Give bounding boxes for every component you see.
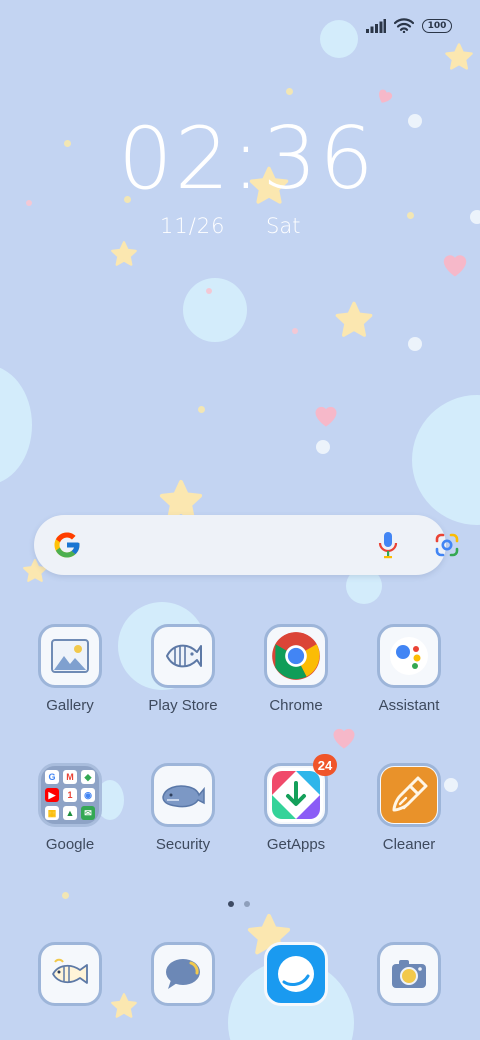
camera-tile xyxy=(377,942,441,1006)
notification-badge: 24 xyxy=(313,754,337,776)
app-gallery[interactable]: Gallery xyxy=(15,624,125,714)
one-mini-icon: 1 xyxy=(63,788,77,802)
wallpaper-bubble xyxy=(412,395,480,525)
fish-phone-icon xyxy=(52,958,88,984)
page-dot xyxy=(244,901,250,907)
wallpaper-bubble xyxy=(183,278,247,342)
browser-icon xyxy=(278,956,314,992)
dock-messaging[interactable] xyxy=(128,942,238,1006)
chrome-icon xyxy=(272,632,320,680)
app-security[interactable]: Security xyxy=(128,763,238,853)
app-label: GetApps xyxy=(266,836,326,853)
wallpaper-dot xyxy=(198,406,205,413)
wallpaper-bubble xyxy=(320,20,358,58)
heart-decoration-icon xyxy=(379,89,393,103)
star-decoration-icon xyxy=(111,241,137,266)
chat-bubble-icon xyxy=(166,959,200,989)
wallpaper-dot xyxy=(470,210,480,224)
gmail-mini-icon: M xyxy=(63,770,77,784)
dock-browser[interactable] xyxy=(241,942,351,1006)
star-decoration-icon xyxy=(445,43,473,70)
clock-date: 11/26 xyxy=(160,214,226,238)
battery-indicator: 100 xyxy=(422,18,452,33)
folder-google[interactable]: G M ◆ ▶ 1 ◉ ▦ ▲ ✉ Google xyxy=(15,763,125,853)
gallery-icon xyxy=(51,639,89,673)
home-screen: 100 02:36 11/26 Sat Gallery Play Store C… xyxy=(0,0,480,1040)
security-tile xyxy=(151,763,215,827)
heart-decoration-icon xyxy=(315,406,337,427)
app-label: Security xyxy=(155,836,211,853)
wallpaper-bubble xyxy=(0,365,32,485)
google-logo-icon xyxy=(54,532,80,558)
youtube-mini-icon: ▶ xyxy=(45,788,59,802)
wallpaper-dot xyxy=(408,114,422,128)
browser-tile xyxy=(264,942,328,1006)
camera-icon xyxy=(392,960,426,988)
app-label: Assistant xyxy=(378,697,440,714)
google-mini-icon: G xyxy=(45,770,59,784)
app-label: Google xyxy=(45,836,95,853)
app-label: Gallery xyxy=(46,697,94,714)
wallpaper-dot xyxy=(292,328,298,334)
google-lens-icon[interactable] xyxy=(434,532,460,558)
clock-day: Sat xyxy=(266,214,301,238)
gallery-tile xyxy=(38,624,102,688)
wallpaper-dot xyxy=(407,212,414,219)
folder-grid: G M ◆ ▶ 1 ◉ ▦ ▲ ✉ xyxy=(45,770,95,820)
page-dot-active xyxy=(228,901,234,907)
heart-decoration-icon xyxy=(333,728,355,749)
wifi-icon xyxy=(394,18,414,33)
fish-icon xyxy=(166,644,202,668)
assistant-icon xyxy=(390,637,428,675)
dock-phone[interactable] xyxy=(15,942,125,1006)
app-label: Chrome xyxy=(269,697,323,714)
wallpaper-dot xyxy=(206,288,212,294)
cleaner-tile xyxy=(377,763,441,827)
broom-icon xyxy=(381,767,437,823)
clock-time: 02:36 xyxy=(118,109,376,209)
app-play-store[interactable]: Play Store xyxy=(128,624,238,714)
google-folder-tile: G M ◆ ▶ 1 ◉ ▦ ▲ ✉ xyxy=(38,763,102,827)
play-store-tile xyxy=(151,624,215,688)
app-label: Play Store xyxy=(148,697,218,714)
maps-mini-icon: ◆ xyxy=(81,770,95,784)
getapps-icon xyxy=(269,768,323,822)
app-label: Cleaner xyxy=(382,836,436,853)
status-bar: 100 xyxy=(366,18,452,33)
dock-camera[interactable] xyxy=(354,942,464,1006)
photos-mini-icon: ◉ xyxy=(81,788,95,802)
page-indicator[interactable] xyxy=(228,901,250,907)
wallpaper-dot xyxy=(286,88,293,95)
wallpaper-dot xyxy=(316,440,330,454)
getapps-tile: 24 xyxy=(264,754,337,827)
signal-icon xyxy=(366,18,386,33)
assistant-tile xyxy=(377,624,441,688)
chrome-tile xyxy=(264,624,328,688)
app-assistant[interactable]: Assistant xyxy=(354,624,464,714)
star-decoration-icon xyxy=(335,301,373,337)
phone-tile xyxy=(38,942,102,1006)
wallpaper-dot xyxy=(26,200,32,206)
whale-icon xyxy=(162,785,205,808)
meet-mini-icon: ✉ xyxy=(81,806,95,820)
news-mini-icon: ▦ xyxy=(45,806,59,820)
app-chrome[interactable]: Chrome xyxy=(241,624,351,714)
wallpaper-dot xyxy=(64,140,71,147)
messaging-tile xyxy=(151,942,215,1006)
voice-search-icon[interactable] xyxy=(378,531,398,559)
google-search-bar[interactable] xyxy=(34,515,459,575)
heart-decoration-icon xyxy=(443,255,467,277)
drive-mini-icon: ▲ xyxy=(63,806,77,820)
app-getapps[interactable]: 24 GetApps xyxy=(241,754,351,853)
app-cleaner[interactable]: Cleaner xyxy=(354,763,464,853)
wallpaper-dot xyxy=(62,892,69,899)
wallpaper-dot xyxy=(408,337,422,351)
